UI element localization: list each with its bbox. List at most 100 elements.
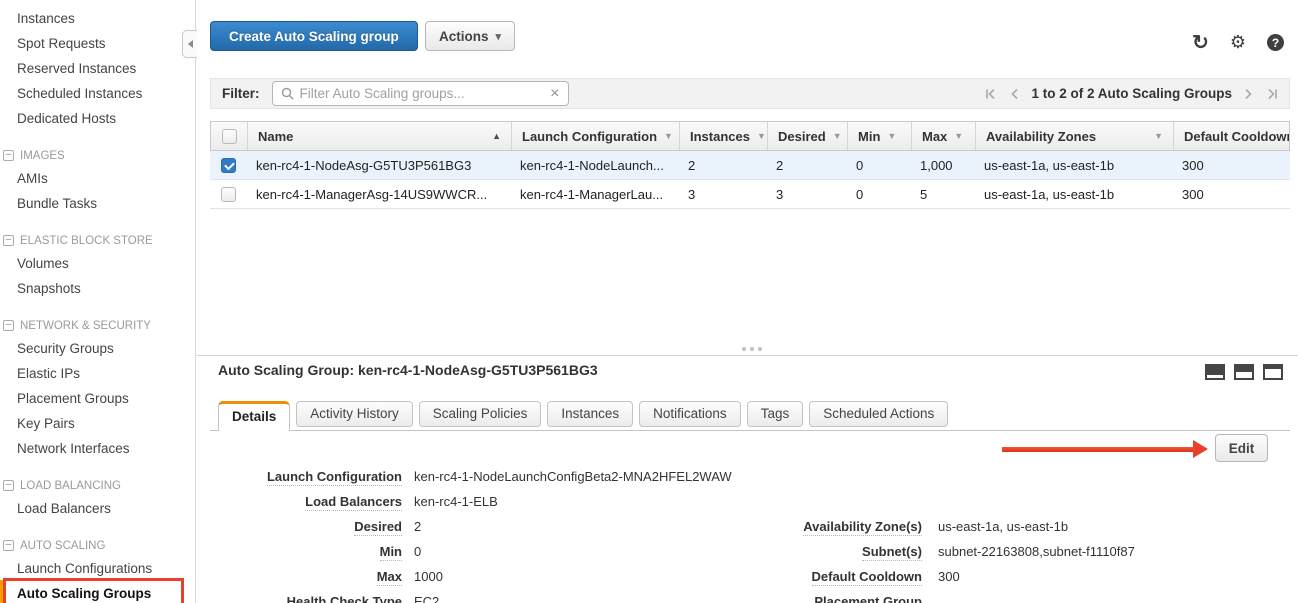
- table-row[interactable]: ken-rc4-1-ManagerAsg-14US9WWCR... ken-rc…: [210, 180, 1290, 209]
- pagination: 1 to 2 of 2 Auto Scaling Groups: [985, 86, 1278, 101]
- table-header-row: Name▲ Launch Configuration▼ Instances▼ D…: [210, 121, 1290, 151]
- field-availability-zones: Availability Zone(s) us-east-1a, us-east…: [722, 519, 1135, 544]
- sidebar-item-instances[interactable]: Instances: [0, 6, 195, 31]
- tab-scaling-policies[interactable]: Scaling Policies: [419, 401, 542, 427]
- select-all-checkbox[interactable]: [211, 122, 247, 150]
- red-arrow-annotation: [1002, 447, 1194, 452]
- sidebar-item-label: Key Pairs: [17, 416, 75, 431]
- filter-label: Filter:: [222, 86, 260, 101]
- sidebar-item-bundle-tasks[interactable]: Bundle Tasks: [0, 191, 195, 216]
- field-min: Min 0: [218, 544, 732, 569]
- pane-layout-small-icon[interactable]: [1205, 364, 1225, 380]
- cell-min: 0: [846, 158, 910, 173]
- cell-name: ken-rc4-1-NodeAsg-G5TU3P561BG3: [246, 158, 510, 173]
- selected-indicator-bar: [0, 580, 6, 603]
- column-header-launch-configuration[interactable]: Launch Configuration▼: [511, 122, 679, 150]
- sidebar-item-dedicated-hosts[interactable]: Dedicated Hosts: [0, 106, 195, 131]
- filter-bar: Filter: × 1 to 2 of 2 Auto Scaling Group…: [210, 78, 1290, 109]
- pane-layout-large-icon[interactable]: [1263, 364, 1283, 380]
- help-icon[interactable]: ?: [1267, 34, 1284, 51]
- cell-name: ken-rc4-1-ManagerAsg-14US9WWCR...: [246, 187, 510, 202]
- sidebar-section-load-balancing: – LOAD BALANCING: [0, 475, 195, 496]
- field-value: subnet-22163808,subnet-f1110f87: [938, 544, 1135, 560]
- collapse-minus-icon[interactable]: –: [3, 480, 14, 491]
- pane-resize-handle[interactable]: [742, 347, 762, 351]
- sidebar-section-label: NETWORK & SECURITY: [20, 320, 151, 332]
- gear-icon[interactable]: ⚙: [1230, 32, 1246, 53]
- chevron-down-icon: ▾: [496, 30, 502, 43]
- column-header-max[interactable]: Max▼: [911, 122, 975, 150]
- sidebar-item-scheduled-instances[interactable]: Scheduled Instances: [0, 81, 195, 106]
- clear-filter-icon[interactable]: ×: [550, 86, 559, 102]
- tab-scheduled-actions[interactable]: Scheduled Actions: [809, 401, 948, 427]
- sort-asc-icon: ▲: [492, 131, 501, 141]
- collapse-minus-icon[interactable]: –: [3, 540, 14, 551]
- column-header-desired[interactable]: Desired▼: [767, 122, 847, 150]
- sidebar-section-label: LOAD BALANCING: [20, 480, 121, 492]
- column-header-availability-zones[interactable]: Availability Zones▼: [975, 122, 1173, 150]
- search-icon: [281, 87, 294, 100]
- sidebar-item-amis[interactable]: AMIs: [0, 166, 195, 191]
- sidebar-item-reserved-instances[interactable]: Reserved Instances: [0, 56, 195, 81]
- tab-notifications[interactable]: Notifications: [639, 401, 741, 427]
- checkbox-icon[interactable]: [221, 187, 236, 202]
- tab-instances[interactable]: Instances: [547, 401, 633, 427]
- field-value: 2: [414, 519, 421, 535]
- filter-input[interactable]: [300, 86, 545, 101]
- last-page-icon[interactable]: [1265, 88, 1278, 100]
- sidebar-item-load-balancers[interactable]: Load Balancers: [0, 496, 195, 521]
- column-label: Launch Configuration: [522, 129, 657, 144]
- sidebar-item-snapshots[interactable]: Snapshots: [0, 276, 195, 301]
- tab-activity-history[interactable]: Activity History: [296, 401, 413, 427]
- sidebar-item-elastic-ips[interactable]: Elastic IPs: [0, 361, 195, 386]
- field-value: 0: [414, 544, 421, 560]
- field-value: us-east-1a, us-east-1b: [938, 519, 1068, 535]
- field-placement-group: Placement Group: [722, 594, 1135, 603]
- cell-availability-zones: us-east-1a, us-east-1b: [974, 158, 1172, 173]
- actions-button[interactable]: Actions ▾: [425, 21, 515, 51]
- tab-tags[interactable]: Tags: [747, 401, 804, 427]
- table-row[interactable]: ken-rc4-1-NodeAsg-G5TU3P561BG3 ken-rc4-1…: [210, 151, 1290, 180]
- column-header-instances[interactable]: Instances▼: [679, 122, 767, 150]
- cell-instances: 3: [678, 187, 766, 202]
- sidebar-item-key-pairs[interactable]: Key Pairs: [0, 411, 195, 436]
- collapse-minus-icon[interactable]: –: [3, 150, 14, 161]
- sidebar-item-security-groups[interactable]: Security Groups: [0, 336, 195, 361]
- sidebar-item-launch-configurations[interactable]: Launch Configurations: [0, 556, 195, 581]
- refresh-icon[interactable]: ↻: [1192, 30, 1209, 55]
- checkbox-icon[interactable]: [222, 129, 237, 144]
- edit-button[interactable]: Edit: [1215, 434, 1268, 462]
- sidebar-item-network-interfaces[interactable]: Network Interfaces: [0, 436, 195, 461]
- field-label: Launch Configuration: [218, 469, 402, 485]
- search-box: ×: [272, 81, 569, 106]
- sidebar-item-volumes[interactable]: Volumes: [0, 251, 195, 276]
- column-header-min[interactable]: Min▼: [847, 122, 911, 150]
- cell-max: 1,000: [910, 158, 974, 173]
- cell-instances: 2: [678, 158, 766, 173]
- field-value: 1000: [414, 569, 443, 585]
- create-auto-scaling-group-button[interactable]: Create Auto Scaling group: [210, 21, 418, 51]
- column-label: Max: [922, 129, 947, 144]
- column-header-default-cooldown[interactable]: Default Cooldown: [1173, 122, 1289, 150]
- next-page-icon[interactable]: [1243, 88, 1254, 100]
- collapse-minus-icon[interactable]: –: [3, 235, 14, 246]
- checkbox-checked-icon[interactable]: [221, 158, 236, 173]
- first-page-icon[interactable]: [985, 88, 998, 100]
- sidebar-item-label: Bundle Tasks: [17, 196, 97, 211]
- pane-layout-icons: [1205, 364, 1283, 380]
- sidebar-collapse-handle[interactable]: [182, 30, 197, 58]
- pane-layout-half-icon[interactable]: [1234, 364, 1254, 380]
- prev-page-icon[interactable]: [1009, 88, 1020, 100]
- cell-launch-configuration: ken-rc4-1-NodeLaunch...: [510, 158, 678, 173]
- field-value: ken-rc4-1-NodeLaunchConfigBeta2-MNA2HFEL…: [414, 469, 732, 485]
- sidebar-item-label: Load Balancers: [17, 501, 111, 516]
- column-label: Instances: [690, 129, 750, 144]
- sidebar-item-placement-groups[interactable]: Placement Groups: [0, 386, 195, 411]
- sidebar-item-auto-scaling-groups[interactable]: Auto Scaling Groups: [0, 581, 195, 603]
- tab-details[interactable]: Details: [218, 401, 290, 431]
- sidebar-item-spot-requests[interactable]: Spot Requests: [0, 31, 195, 56]
- collapse-minus-icon[interactable]: –: [3, 320, 14, 331]
- cell-default-cooldown: 300: [1172, 187, 1290, 202]
- field-value: EC2: [414, 594, 439, 603]
- column-header-name[interactable]: Name▲: [247, 122, 511, 150]
